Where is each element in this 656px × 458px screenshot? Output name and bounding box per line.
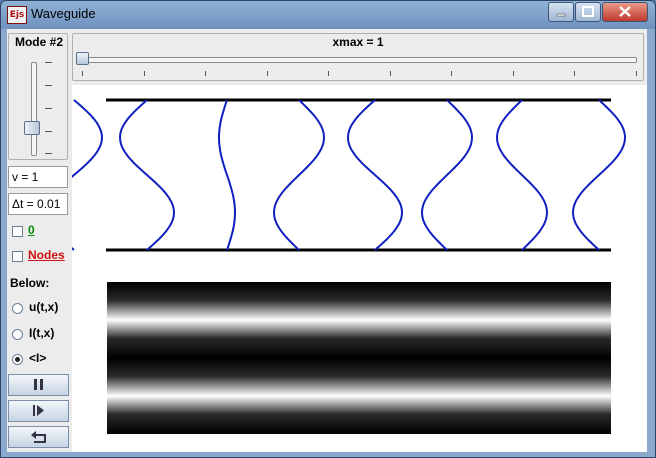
- mode-profile-curve: [272, 99, 326, 251]
- xmax-slider-thumb[interactable]: [76, 52, 89, 65]
- radio-i[interactable]: [12, 329, 23, 340]
- mode-label: Mode #2: [14, 35, 63, 49]
- slider-tick: [574, 71, 575, 76]
- slider-tick: [328, 71, 329, 76]
- radio-avg-i-label[interactable]: <I>: [29, 351, 46, 365]
- slider-tick: [143, 71, 145, 76]
- slider-tick: [266, 71, 268, 76]
- drawing-panel: [44, 85, 647, 452]
- mode-profile-curve: [420, 99, 474, 251]
- title-bar[interactable]: Ejs Waveguide: [1, 1, 655, 29]
- xmax-label: xmax = 1: [332, 35, 384, 49]
- slider-tick: [45, 131, 52, 132]
- reset-icon: [31, 431, 46, 443]
- xmax-slider-track[interactable]: [80, 57, 637, 63]
- mode-profile-curve: [346, 99, 404, 251]
- app-window: Ejs Waveguide Mode #2 v = 1 Δt = 0.01 0 …: [0, 0, 656, 458]
- client-area: Mode #2 v = 1 Δt = 0.01 0 Nodes Below: u…: [7, 29, 647, 452]
- mode-profile-curve: [44, 99, 104, 251]
- radio-i-label[interactable]: I(t,x): [29, 326, 54, 340]
- velocity-field[interactable]: v = 1: [8, 166, 68, 188]
- slider-tick: [451, 71, 452, 76]
- slider-tick: [512, 71, 514, 76]
- mode-slider-thumb[interactable]: [24, 120, 40, 135]
- zero-checkbox[interactable]: [12, 226, 23, 237]
- app-logo-icon: Ejs: [7, 6, 27, 24]
- slider-tick: [45, 153, 52, 154]
- mode-profile-curves: [44, 99, 627, 251]
- mode-profile-curve: [217, 99, 237, 251]
- reset-button[interactable]: [8, 426, 69, 448]
- pause-icon: [34, 379, 43, 390]
- maximize-icon: [582, 6, 594, 17]
- slider-tick: [635, 71, 637, 76]
- maximize-button[interactable]: [575, 2, 601, 22]
- mode-profile-curve: [118, 99, 176, 251]
- slider-tick: [45, 108, 52, 109]
- close-icon: [619, 6, 631, 17]
- close-button[interactable]: [602, 2, 648, 22]
- mode-slider-track[interactable]: [31, 62, 37, 156]
- slider-tick: [45, 85, 52, 86]
- waveguide-plot: [44, 98, 627, 434]
- nodes-checkbox-label[interactable]: Nodes: [28, 248, 65, 262]
- xmax-slider-group: xmax = 1: [72, 33, 644, 81]
- radio-u[interactable]: [12, 303, 23, 314]
- step-button[interactable]: [8, 400, 69, 422]
- minimize-button[interactable]: [548, 2, 574, 22]
- window-title: Waveguide: [31, 6, 96, 21]
- intensity-map: [107, 282, 611, 434]
- pause-button[interactable]: [8, 374, 69, 396]
- mode-slider-group: Mode #2: [8, 33, 68, 160]
- below-label: Below:: [10, 276, 50, 290]
- radio-u-label[interactable]: u(t,x): [29, 300, 58, 314]
- nodes-checkbox[interactable]: [12, 251, 23, 262]
- mode-profile-curve: [571, 99, 627, 251]
- control-panel: Mode #2 v = 1 Δt = 0.01 0 Nodes Below: u…: [7, 29, 71, 452]
- slider-tick: [45, 62, 52, 63]
- minimize-icon: [556, 13, 566, 17]
- slider-tick: [82, 71, 83, 76]
- step-forward-icon: [33, 405, 44, 416]
- mode-profile-curve: [495, 99, 549, 251]
- slider-tick: [389, 71, 391, 76]
- radio-avg-i[interactable]: [12, 354, 23, 365]
- zero-checkbox-label[interactable]: 0: [28, 223, 35, 237]
- slider-tick: [205, 71, 206, 76]
- timestep-field[interactable]: Δt = 0.01: [8, 193, 68, 215]
